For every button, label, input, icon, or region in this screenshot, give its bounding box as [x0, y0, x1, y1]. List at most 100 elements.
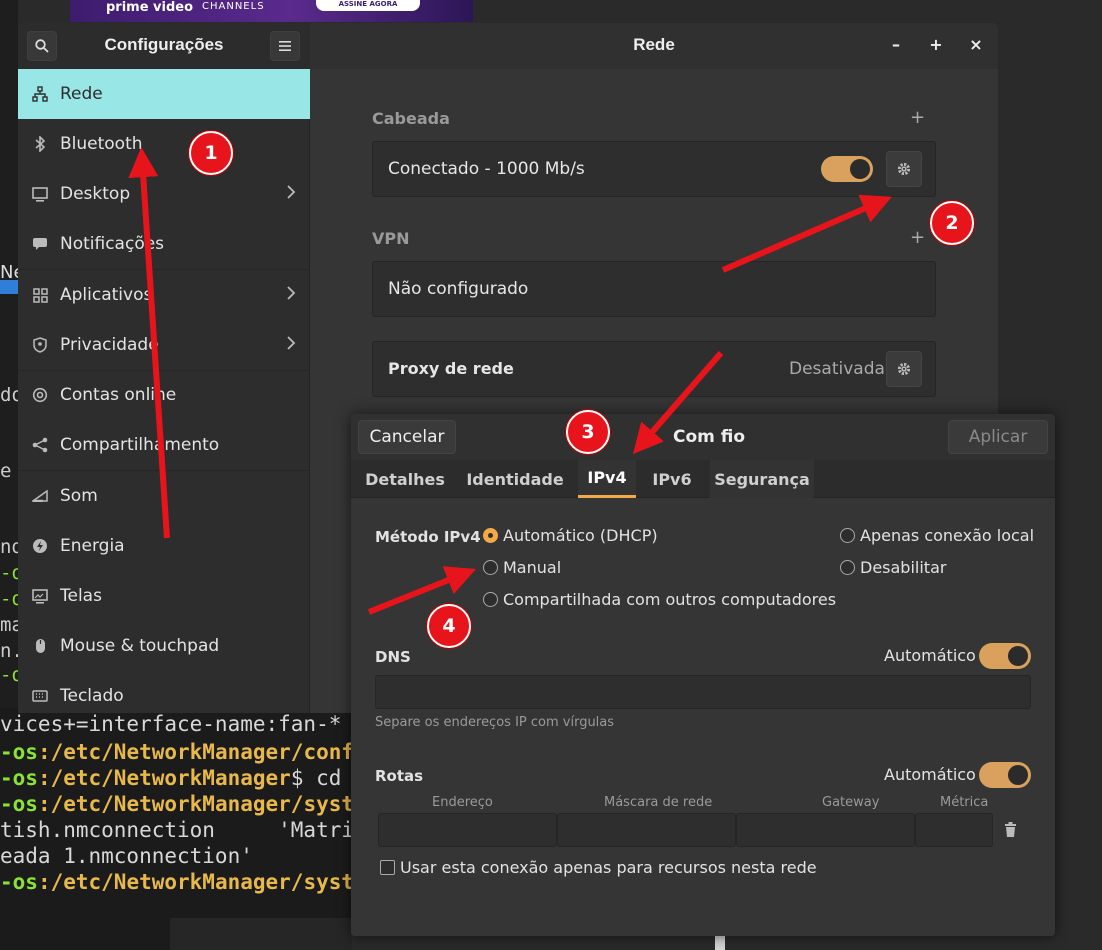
vpn-row: Não configurado: [372, 261, 936, 317]
mouse-icon: [18, 638, 60, 654]
route-address-input[interactable]: [378, 813, 557, 847]
vpn-status: Não configurado: [388, 279, 529, 299]
annotation-badge-2: 2: [930, 201, 974, 245]
method-disable-radio[interactable]: Desabilitar: [840, 558, 946, 577]
sidebar-item-privacidade[interactable]: Privacidade: [18, 320, 310, 370]
route-gateway-input[interactable]: [736, 813, 915, 847]
sidebar-item-teclado[interactable]: Teclado: [18, 671, 310, 713]
cancel-button[interactable]: Cancelar: [358, 420, 456, 454]
background-terminal: vices+=interface-name:fan-* -os:/etc/Net…: [0, 708, 352, 950]
local-only-checkbox[interactable]: [380, 860, 395, 875]
notifications-icon: [18, 237, 60, 251]
bluetooth-icon: [18, 136, 60, 152]
sidebar-item-mouse-touchpad[interactable]: Mouse & touchpad: [18, 621, 310, 671]
sidebar-item-desktop[interactable]: Desktop: [18, 169, 310, 219]
wired-settings-button[interactable]: [886, 151, 922, 187]
background-ad-banner: prime video CHANNELS ASSINE AGORA: [70, 0, 473, 22]
sidebar-item-contas-online[interactable]: Contas online: [18, 370, 310, 420]
gear-icon: [897, 162, 911, 176]
dns-input[interactable]: [375, 675, 1031, 709]
tab-detalhes[interactable]: Detalhes: [359, 460, 451, 498]
radio-indicator: [483, 528, 498, 543]
close-button[interactable]: ×: [966, 35, 986, 54]
routes-col-address: Endereço: [432, 795, 493, 810]
network-icon: [18, 86, 60, 102]
sidebar-item-label: Telas: [60, 586, 102, 606]
routes-col-metric: Métrica: [940, 795, 989, 810]
chevron-right-icon: [287, 185, 296, 199]
route-metric-input[interactable]: [915, 813, 993, 847]
dialog-header: Cancelar Com fio Aplicar: [351, 414, 1055, 460]
wired-toggle[interactable]: [821, 156, 873, 182]
radio-indicator: [840, 528, 855, 543]
add-wired-button[interactable]: +: [910, 107, 925, 128]
dns-hint: Separe os endereços IP com vírgulas: [375, 715, 615, 730]
route-netmask-input[interactable]: [557, 813, 736, 847]
method-link-local-radio[interactable]: Apenas conexão local: [840, 526, 1034, 545]
apply-button[interactable]: Aplicar: [948, 420, 1048, 454]
proxy-label: Proxy de rede: [388, 359, 514, 378]
terminal-line: -os:/etc/NetworkManager/syst: [0, 792, 352, 816]
sidebar-item-bluetooth[interactable]: Bluetooth: [18, 119, 310, 169]
chevron-right-icon: [287, 286, 296, 300]
terminal-line: -os:/etc/NetworkManager$ cd: [0, 766, 342, 790]
sidebar-item-rede[interactable]: Rede: [18, 69, 310, 119]
terminal-line: -os:/etc/NetworkManager/syst: [0, 870, 352, 894]
banner-brand: prime video: [106, 0, 194, 15]
content-header: Rede – + ×: [310, 23, 998, 69]
annotation-badge-4: 4: [427, 604, 471, 648]
radio-indicator: [483, 592, 498, 607]
proxy-settings-button[interactable]: [886, 351, 922, 387]
sidebar-title: Configurações: [104, 35, 224, 54]
sidebar-item-label: Mouse & touchpad: [60, 636, 220, 656]
annotation-badge-3: 3: [566, 410, 610, 454]
sidebar-item-energia[interactable]: Energia: [18, 521, 310, 571]
sidebar-item-label: Som: [60, 486, 98, 506]
at-icon: [18, 387, 60, 403]
toggle-knob: [1008, 646, 1028, 666]
apps-icon: [18, 287, 60, 303]
add-vpn-button[interactable]: +: [910, 227, 925, 248]
ipv4-method-label: Método IPv4: [375, 528, 481, 546]
dns-auto-toggle[interactable]: [979, 643, 1031, 669]
tab-identidade[interactable]: Identidade: [461, 460, 569, 498]
proxy-row[interactable]: Proxy de rede Desativada: [372, 341, 936, 397]
sidebar-item-aplicativos[interactable]: Aplicativos: [18, 270, 310, 320]
radio-label: Compartilhada com outros computadores: [503, 590, 837, 609]
trash-icon[interactable]: [1004, 822, 1017, 837]
routes-col-netmask: Máscara de rede: [604, 795, 713, 810]
method-automatic-radio[interactable]: Automático (DHCP): [483, 526, 658, 545]
bg-fragment: e: [0, 460, 12, 482]
power-icon: [18, 538, 60, 554]
sidebar-item-label: Aplicativos: [60, 285, 153, 305]
sidebar-item-telas[interactable]: Telas: [18, 571, 310, 621]
sidebar-item-label: Notificações: [60, 234, 165, 254]
toggle-knob: [850, 159, 870, 179]
sidebar-item-som[interactable]: Som: [18, 471, 310, 521]
terminal-line: -os:/etc/NetworkManager/conf: [0, 740, 352, 764]
routes-auto-toggle[interactable]: [979, 762, 1031, 788]
terminal-line: tish.nmconnection 'Matri: [0, 818, 352, 842]
desktop-icon: [18, 186, 60, 202]
sidebar-item-label: Compartilhamento: [60, 435, 220, 455]
sidebar-item-compartilhamento[interactable]: Compartilhamento: [18, 420, 310, 470]
tab-ipv6[interactable]: IPv6: [644, 460, 700, 498]
method-shared-radio[interactable]: Compartilhada com outros computadores: [483, 590, 836, 609]
sidebar-item-notificacoes[interactable]: Notificações: [18, 219, 310, 269]
method-manual-radio[interactable]: Manual: [483, 558, 561, 577]
minimize-button[interactable]: –: [886, 35, 906, 54]
wired-connection-dialog: Cancelar Com fio Aplicar Detalhes Identi…: [351, 414, 1055, 936]
radio-label: Manual: [503, 558, 562, 577]
wired-status: Conectado - 1000 Mb/s: [388, 159, 585, 179]
toggle-knob: [1008, 765, 1028, 785]
keyboard-icon: [18, 690, 60, 702]
maximize-button[interactable]: +: [926, 35, 946, 54]
menu-button[interactable]: [270, 31, 300, 61]
hamburger-icon: [279, 41, 291, 51]
tab-seguranca[interactable]: Segurança: [710, 460, 814, 498]
dialog-title: Com fio: [673, 427, 746, 447]
sidebar-item-label: Energia: [60, 536, 125, 556]
sidebar: Rede Bluetooth Desktop Notificações Apli…: [18, 69, 310, 713]
tab-ipv4[interactable]: IPv4: [578, 460, 636, 498]
radio-label: Desabilitar: [860, 558, 947, 577]
